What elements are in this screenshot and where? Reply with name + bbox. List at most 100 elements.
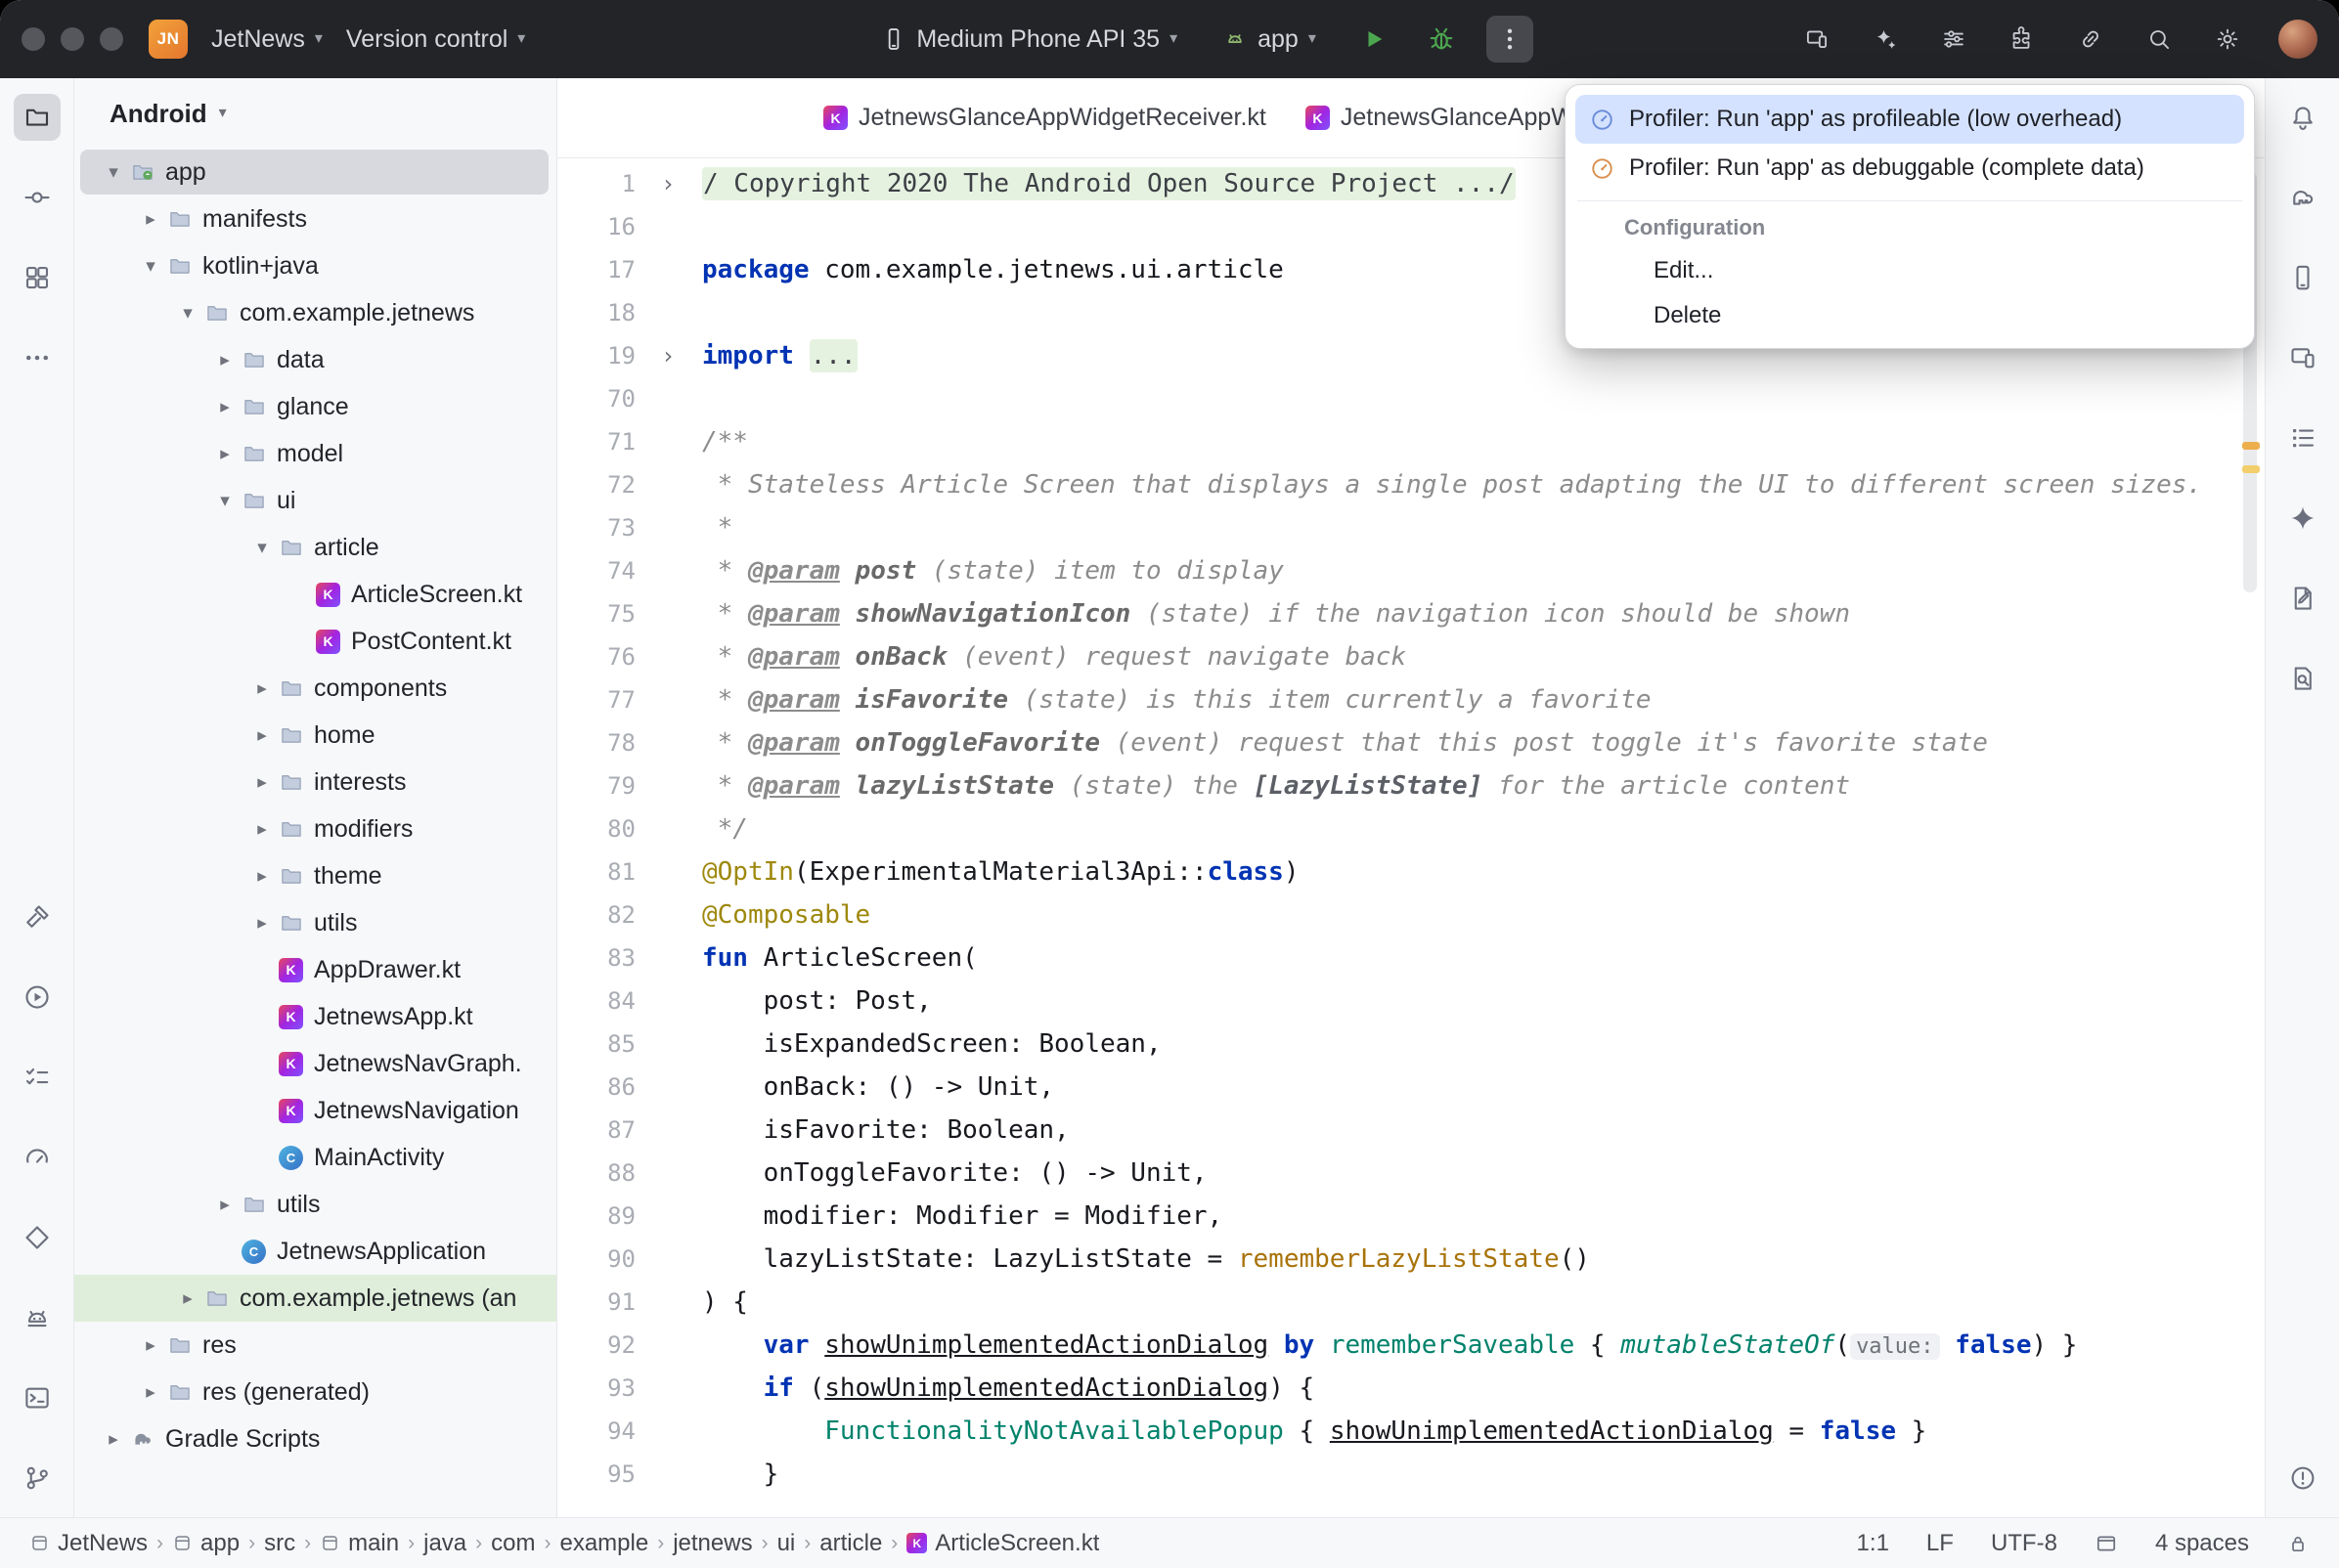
minimize-button[interactable] bbox=[61, 27, 84, 51]
chevron-expanded-icon[interactable]: ▾ bbox=[135, 255, 166, 278]
tree-item[interactable]: ▸theme bbox=[74, 852, 556, 899]
app-inspection-button[interactable] bbox=[14, 1214, 61, 1261]
chevron-collapsed-icon[interactable]: ▸ bbox=[246, 818, 278, 841]
breadcrumb-item[interactable]: KArticleScreen.kt bbox=[906, 1530, 1099, 1557]
plugins-button[interactable] bbox=[1997, 16, 2048, 63]
project-selector[interactable]: JetNews ▾ bbox=[199, 18, 334, 62]
problems-tool-button[interactable] bbox=[2279, 1455, 2326, 1502]
chevron-expanded-icon[interactable]: ▾ bbox=[246, 537, 278, 559]
tree-item[interactable]: ▾app bbox=[74, 149, 556, 196]
caret-position-widget[interactable]: 1:1 bbox=[1857, 1530, 1889, 1557]
chevron-collapsed-icon[interactable]: ▸ bbox=[246, 771, 278, 794]
tree-item[interactable]: ▸interests bbox=[74, 759, 556, 806]
run-tasks-button[interactable] bbox=[1928, 16, 1979, 63]
tree-item[interactable]: KJetnewsApp.kt bbox=[74, 993, 556, 1040]
tree-item[interactable]: ▸Gradle Scripts bbox=[74, 1416, 556, 1462]
popup-menu-item[interactable]: Profiler: Run 'app' as profileable (low … bbox=[1575, 95, 2244, 144]
breadcrumb-item[interactable]: ui bbox=[777, 1530, 796, 1557]
tree-item[interactable]: KJetnewsNavGraph. bbox=[74, 1040, 556, 1087]
tree-item[interactable]: ▸res (generated) bbox=[74, 1369, 556, 1416]
breadcrumb-item[interactable]: JetNews bbox=[29, 1530, 148, 1557]
project-view-selector[interactable]: Android ▾ bbox=[74, 78, 556, 149]
chevron-collapsed-icon[interactable]: ▸ bbox=[209, 1194, 241, 1216]
close-button[interactable] bbox=[22, 27, 45, 51]
tree-item[interactable]: KJetnewsNavigation bbox=[74, 1087, 556, 1134]
chevron-collapsed-icon[interactable]: ▸ bbox=[209, 349, 241, 371]
breadcrumb-item[interactable]: main bbox=[320, 1530, 399, 1557]
vcs-selector[interactable]: Version control ▾ bbox=[334, 18, 537, 62]
tree-item[interactable]: ▸utils bbox=[74, 1181, 556, 1228]
todo-tool-button[interactable] bbox=[14, 1054, 61, 1101]
chevron-expanded-icon[interactable]: ▾ bbox=[98, 161, 129, 184]
chevron-collapsed-icon[interactable]: ▸ bbox=[172, 1287, 203, 1310]
breadcrumb-item[interactable]: article bbox=[819, 1530, 882, 1557]
chevron-collapsed-icon[interactable]: ▸ bbox=[209, 396, 241, 418]
tree-item[interactable]: KPostContent.kt bbox=[74, 618, 556, 665]
tree-item[interactable]: KArticleScreen.kt bbox=[74, 571, 556, 618]
device-manager-button[interactable] bbox=[2279, 254, 2326, 301]
chevron-collapsed-icon[interactable]: ▸ bbox=[246, 865, 278, 888]
chevron-expanded-icon[interactable]: ▾ bbox=[172, 302, 203, 325]
tree-item[interactable]: ▸glance bbox=[74, 383, 556, 430]
breadcrumb-item[interactable]: example bbox=[559, 1530, 648, 1557]
tree-item[interactable]: ▾kotlin+java bbox=[74, 242, 556, 289]
popup-menu-item[interactable]: Profiler: Run 'app' as debuggable (compl… bbox=[1575, 144, 2244, 193]
chevron-collapsed-icon[interactable]: ▸ bbox=[135, 1334, 166, 1357]
tree-item[interactable]: ▸res bbox=[74, 1322, 556, 1369]
chevron-collapsed-icon[interactable]: ▸ bbox=[209, 443, 241, 465]
editor-indicator-widget[interactable] bbox=[2095, 1532, 2118, 1555]
run-configuration-selector[interactable]: app ▾ bbox=[1211, 18, 1328, 62]
notifications-button[interactable] bbox=[2279, 94, 2326, 141]
tree-item[interactable]: ▾article bbox=[74, 524, 556, 571]
breadcrumb-item[interactable]: jetnews bbox=[673, 1530, 752, 1557]
popup-menu-item[interactable]: Delete bbox=[1575, 293, 2244, 338]
user-avatar[interactable] bbox=[2278, 20, 2317, 59]
breadcrumb-item[interactable]: src bbox=[264, 1530, 295, 1557]
tree-item[interactable]: KAppDrawer.kt bbox=[74, 946, 556, 993]
breadcrumb-item[interactable]: app bbox=[172, 1530, 240, 1557]
breadcrumb-item[interactable]: com bbox=[491, 1530, 535, 1557]
run-tool-button[interactable] bbox=[14, 974, 61, 1021]
tree-item[interactable]: ▸modifiers bbox=[74, 806, 556, 852]
chevron-collapsed-icon[interactable]: ▸ bbox=[246, 724, 278, 747]
fold-marker-icon[interactable]: › bbox=[636, 342, 702, 370]
tree-item[interactable]: ▸data bbox=[74, 336, 556, 383]
tree-item[interactable]: ▾com.example.jetnews bbox=[74, 289, 556, 336]
tree-item[interactable]: ▸components bbox=[74, 665, 556, 712]
tree-item[interactable]: ▸home bbox=[74, 712, 556, 759]
chevron-collapsed-icon[interactable]: ▸ bbox=[135, 208, 166, 231]
build-tool-button[interactable] bbox=[14, 893, 61, 940]
settings-button[interactable] bbox=[2202, 16, 2253, 63]
find-tool-button[interactable] bbox=[2279, 655, 2326, 702]
version-control-button[interactable] bbox=[14, 1455, 61, 1502]
tree-item[interactable]: ▸com.example.jetnews (an bbox=[74, 1275, 556, 1322]
structure-tool-button[interactable] bbox=[2279, 414, 2326, 461]
zoom-button[interactable] bbox=[100, 27, 123, 51]
chevron-expanded-icon[interactable]: ▾ bbox=[209, 490, 241, 512]
project-tool-button[interactable] bbox=[14, 94, 61, 141]
tree-item[interactable]: CMainActivity bbox=[74, 1134, 556, 1181]
chevron-collapsed-icon[interactable]: ▸ bbox=[98, 1428, 129, 1451]
share-link-button[interactable] bbox=[2065, 16, 2116, 63]
device-mirroring-button[interactable] bbox=[1791, 16, 1842, 63]
chevron-collapsed-icon[interactable]: ▸ bbox=[246, 677, 278, 700]
chevron-collapsed-icon[interactable]: ▸ bbox=[246, 912, 278, 935]
popup-menu-item[interactable]: Edit... bbox=[1575, 248, 2244, 293]
file-encoding-widget[interactable]: UTF-8 bbox=[1991, 1530, 2057, 1557]
app-quality-insights-button[interactable] bbox=[2279, 575, 2326, 622]
running-devices-button[interactable] bbox=[2279, 334, 2326, 381]
run-button[interactable] bbox=[1349, 16, 1396, 63]
search-everywhere-button[interactable] bbox=[2134, 16, 2185, 63]
write-access-widget[interactable] bbox=[2286, 1532, 2310, 1555]
code-editor[interactable]: 1›/ Copyright 2020 The Android Open Sour… bbox=[557, 158, 2265, 1517]
gemini-tool-button[interactable] bbox=[2279, 495, 2326, 542]
ai-assistant-button[interactable] bbox=[1860, 16, 1911, 63]
gradle-tool-button[interactable] bbox=[2279, 174, 2326, 221]
tree-item[interactable]: ▸model bbox=[74, 430, 556, 477]
logcat-tool-button[interactable] bbox=[14, 1294, 61, 1341]
breadcrumb-item[interactable]: java bbox=[423, 1530, 466, 1557]
device-selector[interactable]: Medium Phone API 35 ▾ bbox=[869, 18, 1189, 62]
terminal-tool-button[interactable] bbox=[14, 1374, 61, 1421]
profiler-tool-button[interactable] bbox=[14, 1134, 61, 1181]
tree-item[interactable]: ▸manifests bbox=[74, 196, 556, 242]
